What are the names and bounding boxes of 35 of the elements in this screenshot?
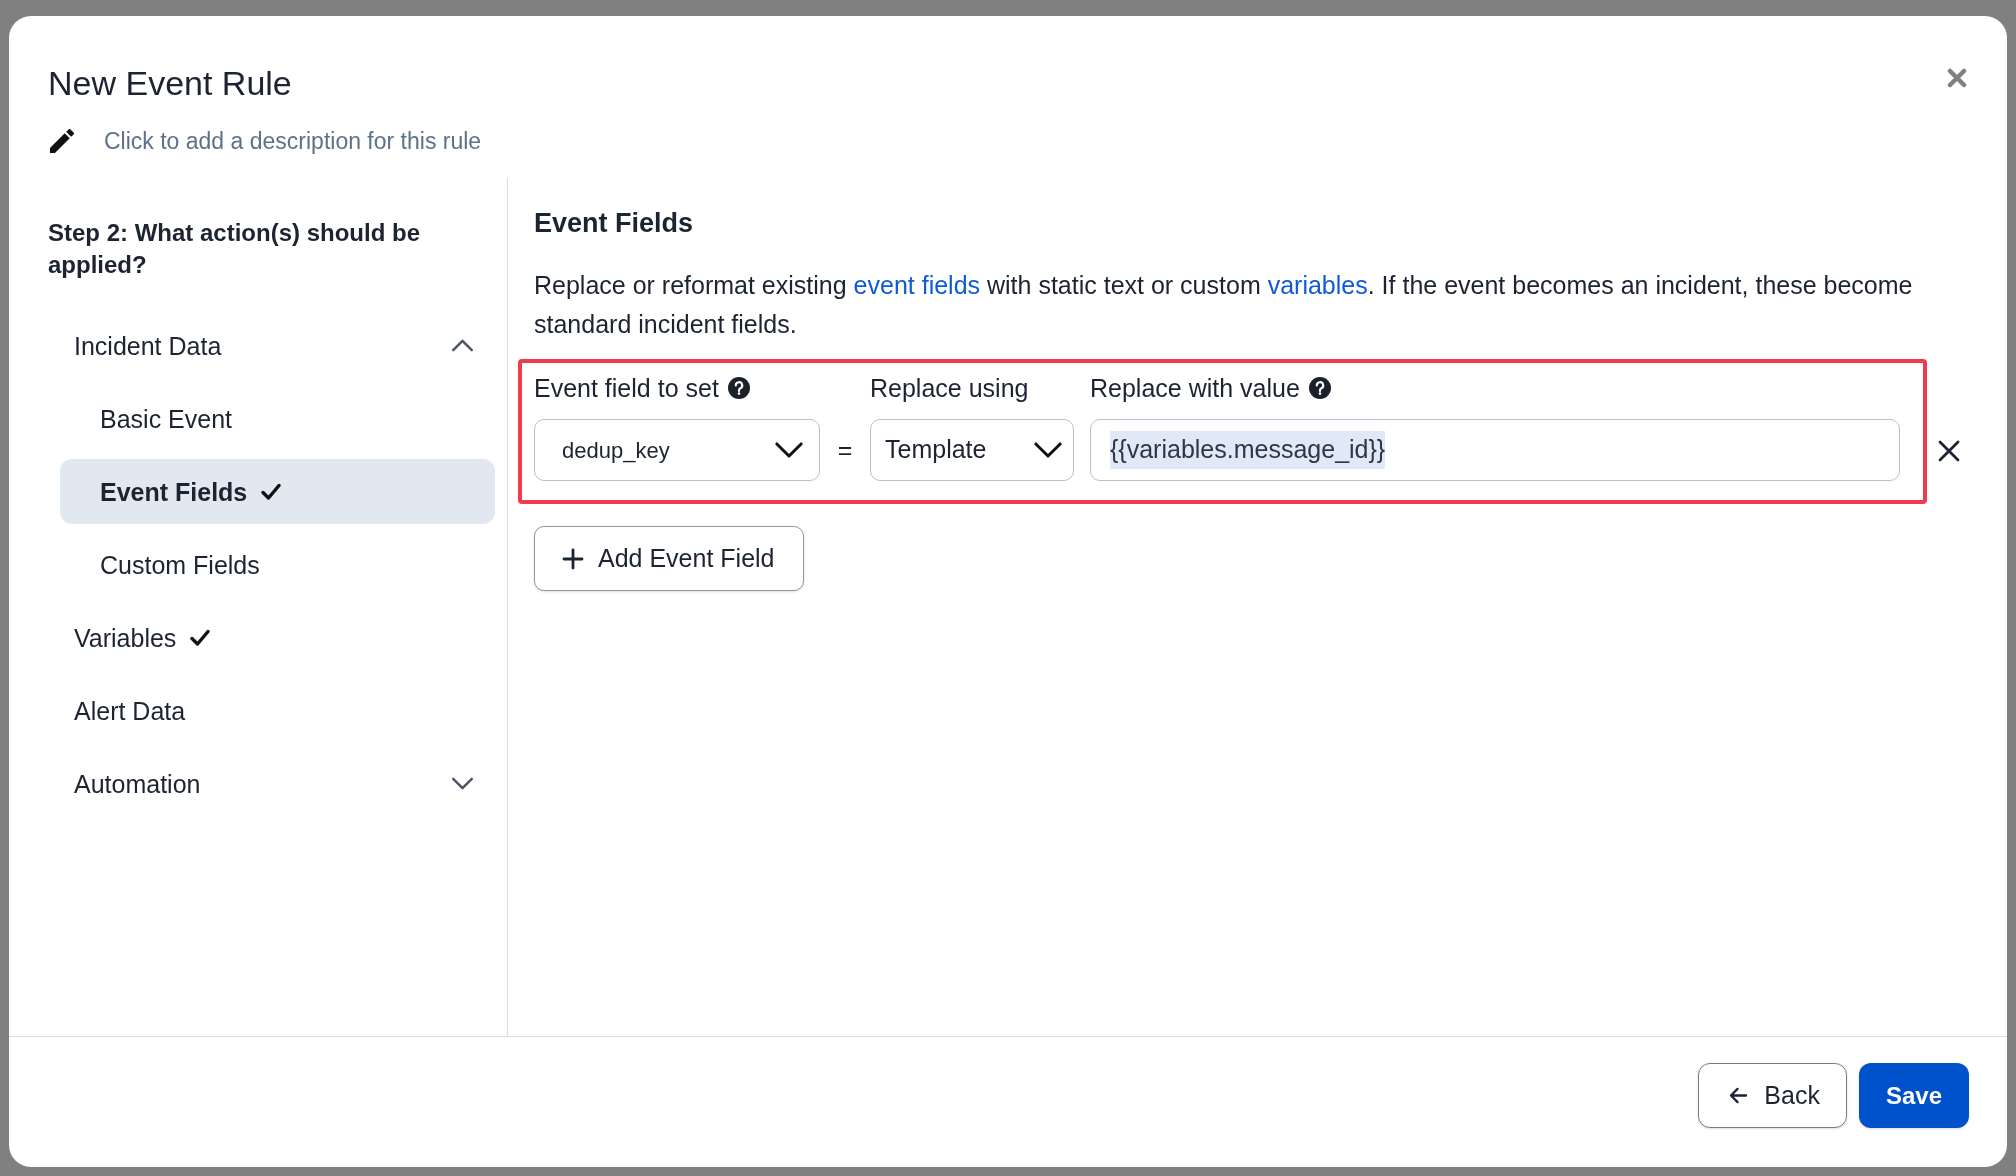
field-select[interactable]: dedup_key [534, 419, 820, 481]
chevron-down-icon[interactable] [451, 777, 474, 790]
method-select[interactable]: Template [870, 419, 1074, 481]
chevron-down-icon [775, 442, 803, 458]
chevron-down-icon [1034, 442, 1062, 458]
nav-item[interactable]: Variables [60, 605, 495, 670]
chevron-up-icon[interactable] [451, 339, 474, 352]
remove-icon[interactable] [1938, 440, 1960, 462]
back-button[interactable]: Back [1698, 1063, 1847, 1128]
section-heading: Event Fields [534, 207, 694, 240]
dialog-title: New Event Rule [48, 63, 292, 104]
value-input[interactable]: {{variables.message_id}} [1090, 419, 1900, 481]
plus-icon [562, 547, 584, 570]
help-icon[interactable] [727, 377, 750, 399]
nav-item[interactable]: Alert Data [60, 678, 495, 743]
inline-link[interactable]: event fields [853, 271, 981, 299]
arrow-left-icon [1729, 1087, 1749, 1104]
nav-item[interactable]: Automation [60, 751, 495, 816]
equals-sign: = [837, 435, 853, 465]
field-label: Replace using [870, 373, 1029, 403]
nav-item[interactable]: Event Fields [60, 459, 495, 524]
add-field-button[interactable]: Add Event Field [534, 526, 804, 591]
nav-item[interactable]: Basic Event [60, 386, 495, 451]
pencil-icon[interactable] [50, 129, 74, 153]
inline-link[interactable]: variables [1267, 271, 1368, 299]
field-label: Replace with value [1090, 373, 1300, 403]
save-button[interactable]: Save [1858, 1063, 1969, 1128]
description-text: Replace or reformat existing event fields with static text or custom variables. If the event becomes an incident, these become standard incident fields. [534, 270, 1914, 340]
field-label: Event field to set [534, 373, 719, 403]
help-icon[interactable] [1308, 377, 1331, 399]
step-heading: Step 2: What action(s) should be applied? [48, 218, 421, 280]
close-icon[interactable] [1947, 68, 1967, 88]
nav-item[interactable]: Custom Fields [60, 532, 495, 597]
nav-item[interactable]: Incident Data [60, 313, 495, 378]
add-description-link[interactable]: Click to add a description for this rule [104, 126, 482, 156]
